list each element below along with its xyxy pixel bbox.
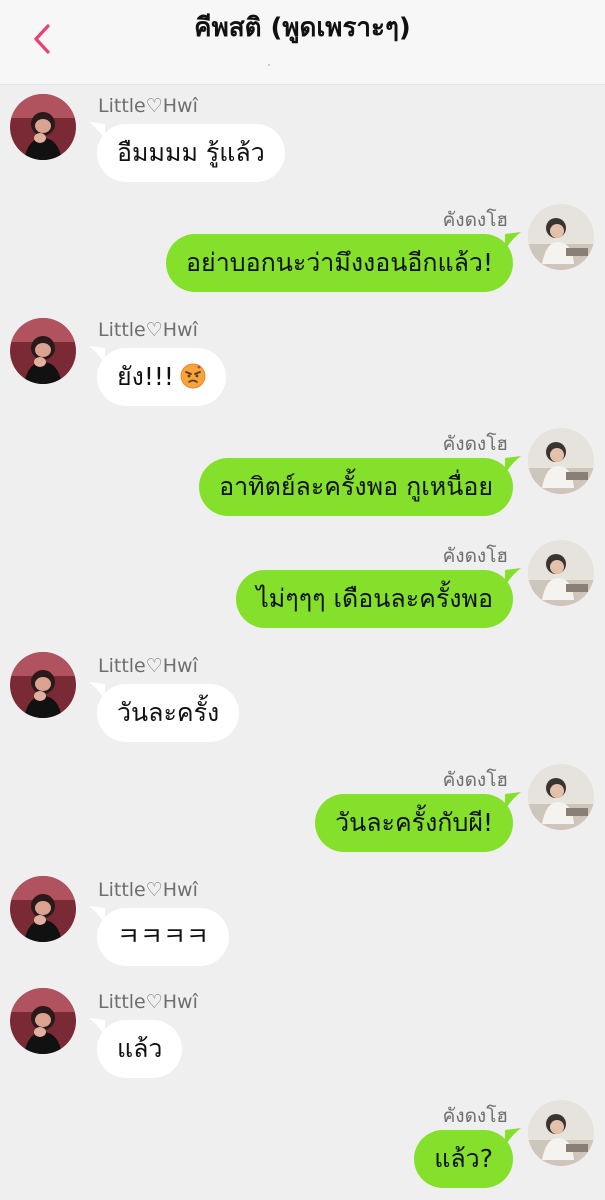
avatar[interactable] — [528, 1100, 594, 1166]
sender-name: คังดงโฮ — [442, 433, 508, 455]
avatar[interactable] — [10, 652, 76, 718]
sender-name: Little♡Hwî — [98, 319, 198, 341]
message-bubble[interactable]: อย่าบอกนะว่ามึงงอนอีกแล้ว! — [166, 234, 513, 292]
sender-name: Little♡Hwî — [98, 991, 198, 1013]
avatar[interactable] — [528, 204, 594, 270]
message-text: ยัง!!! — [117, 362, 174, 391]
sender-name: คังดงโฮ — [442, 209, 508, 231]
message-bubble[interactable]: ไม่ๆๆๆ เดือนละครั้งพอ — [236, 570, 513, 628]
message-bubble[interactable]: อาทิตย์ละครั้งพอ กูเหนื่อย — [199, 458, 513, 516]
avatar[interactable] — [10, 318, 76, 384]
avatar[interactable] — [528, 764, 594, 830]
message-bubble[interactable]: แล้ว — [97, 1020, 183, 1078]
message-bubble[interactable]: วันละครั้ง — [97, 684, 240, 742]
message-bubble[interactable]: ㅋㅋㅋㅋ — [97, 908, 230, 966]
page-title: คีพสติ (พูดเพราะๆ) — [194, 13, 411, 43]
sender-name: คังดงโฮ — [442, 1105, 508, 1127]
avatar[interactable] — [10, 94, 76, 160]
message-bubble[interactable]: แล้ว? — [414, 1130, 513, 1188]
back-button[interactable] — [26, 20, 60, 58]
avatar[interactable] — [528, 428, 594, 494]
sender-name: คังดงโฮ — [442, 545, 508, 567]
chat-header: คีพสติ (พูดเพราะๆ) — [0, 0, 605, 85]
message-bubble[interactable]: อืมมมม รู้แล้ว — [97, 124, 285, 182]
message-list[interactable]: Little♡Hwî อืมมมม รู้แล้ว คังดงโฮ อย่าบอ… — [0, 84, 605, 1200]
avatar[interactable] — [10, 876, 76, 942]
message-bubble[interactable]: ยัง!!! — [97, 348, 226, 406]
avatar[interactable] — [528, 540, 594, 606]
sender-name: Little♡Hwî — [98, 879, 198, 901]
sender-name: Little♡Hwî — [98, 655, 198, 677]
sender-name: คังดงโฮ — [442, 769, 508, 791]
avatar[interactable] — [10, 988, 76, 1054]
divider-dot — [268, 64, 270, 66]
message-bubble[interactable]: วันละครั้งกับผี! — [315, 794, 513, 852]
chevron-left-icon — [34, 24, 50, 54]
angry-face-emoji-icon — [180, 363, 206, 389]
sender-name: Little♡Hwî — [98, 95, 198, 117]
